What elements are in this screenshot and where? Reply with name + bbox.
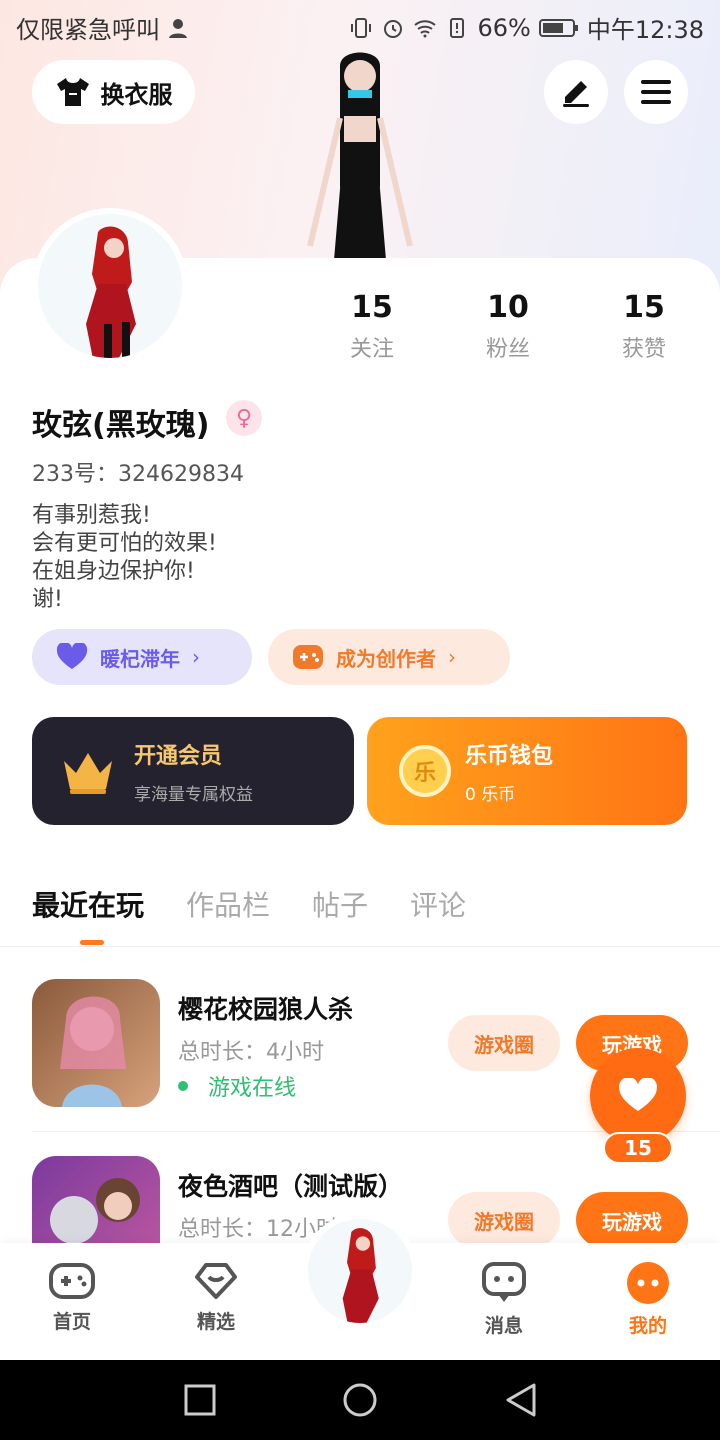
bio-line: 谢!: [32, 587, 63, 612]
stat-following[interactable]: 15 关注: [317, 290, 427, 363]
change-outfit-label: 换衣服: [100, 80, 173, 109]
nav-featured-label: 精选: [196, 1311, 235, 1333]
battery-icon: [538, 18, 578, 37]
chevron-right-icon: ›: [448, 645, 456, 669]
nav-home[interactable]: 首页: [22, 1261, 122, 1334]
game-circle-button[interactable]: 游戏圈: [448, 1015, 560, 1071]
stat-likes[interactable]: 15 获赞: [589, 290, 699, 363]
vip-banner[interactable]: 开通会员 享海量专属权益: [32, 717, 354, 825]
nav-messages[interactable]: 消息: [454, 1261, 554, 1338]
username: 玫弦(黑玫瑰): [32, 408, 210, 443]
like-count: 15: [603, 1132, 673, 1164]
tab-posts[interactable]: 帖子: [312, 884, 368, 924]
battery-alert-icon: [450, 17, 465, 38]
avatar-3d-figure[interactable]: [290, 46, 430, 260]
stat-following-label: 关注: [349, 337, 394, 362]
stat-likes-label: 获赞: [621, 337, 666, 362]
female-icon: ♀: [226, 400, 262, 436]
nav-featured[interactable]: 精选: [166, 1261, 266, 1334]
nav-me[interactable]: 我的: [598, 1261, 698, 1338]
nav-home-label: 首页: [52, 1311, 91, 1333]
tshirt-icon: [56, 78, 89, 106]
game-title: 樱花校园狼人杀: [178, 995, 354, 1024]
crown-icon: [64, 753, 112, 794]
wallet-banner[interactable]: 乐 乐币钱包 0 乐币: [367, 717, 687, 825]
wallet-balance: 0 乐币: [465, 784, 516, 805]
vip-title: 开通会员: [134, 743, 223, 769]
chevron-right-icon: ›: [192, 645, 200, 669]
stat-likes-value: 15: [623, 290, 665, 325]
edit-profile-button[interactable]: [544, 60, 608, 124]
heart-icon: [56, 643, 88, 669]
profile-tabs: 最近在玩 作品栏 帖子 评论: [32, 884, 466, 924]
stat-following-value: 15: [351, 290, 393, 325]
game-status-text: 游戏在线: [208, 1076, 297, 1101]
tab-works[interactable]: 作品栏: [186, 884, 270, 924]
online-dot-icon: [178, 1081, 188, 1091]
vip-subtitle: 享海量专属权益: [134, 784, 253, 805]
avatar-character-image: [342, 1228, 379, 1323]
stat-fans[interactable]: 10 粉丝: [453, 290, 563, 363]
tab-recent[interactable]: 最近在玩: [32, 884, 144, 924]
couple-chip-label: 暖杞滞年: [100, 646, 180, 671]
game-icon[interactable]: [32, 979, 160, 1107]
coin-icon: 乐: [399, 745, 451, 797]
couple-chip[interactable]: 暖杞滞年 ›: [32, 629, 252, 685]
game-title: 夜色酒吧（测试版）: [178, 1172, 404, 1201]
heart-icon: [619, 1078, 657, 1111]
gamepad-icon: [49, 1263, 95, 1299]
stat-fans-value: 10: [487, 290, 529, 325]
change-outfit-button[interactable]: 换衣服: [32, 60, 195, 124]
game-online-status: 游戏在线: [178, 1070, 296, 1102]
nav-messages-label: 消息: [484, 1315, 523, 1337]
wifi-icon: [414, 19, 437, 37]
user-silhouette-icon: [169, 18, 187, 38]
bio-line: 有事别惹我!: [32, 503, 151, 528]
square-recent-apps-icon[interactable]: [184, 1384, 216, 1416]
like-button[interactable]: [590, 1048, 686, 1144]
bottom-nav: 首页 精选 消息 我的: [0, 1213, 720, 1360]
circle-home-icon[interactable]: [342, 1382, 378, 1418]
bio-line: 会有更可怕的效果!: [32, 531, 217, 556]
nav-avatar[interactable]: [302, 1213, 418, 1329]
game-character-image: [60, 996, 126, 1107]
user-id: 233号：324629834: [32, 462, 244, 487]
become-creator-chip[interactable]: 成为创作者 ›: [268, 629, 510, 685]
clock: 中午12:38: [586, 16, 704, 44]
menu-button[interactable]: [624, 60, 688, 124]
tab-indicator: [80, 940, 104, 945]
hamburger-icon: [641, 80, 671, 104]
tab-comments[interactable]: 评论: [410, 884, 466, 924]
avatar-character-image: [86, 226, 136, 358]
alarm-icon: [384, 19, 403, 38]
emergency-call-text: 仅限紧急呼叫: [16, 16, 160, 44]
bio: 有事别惹我! 会有更可怕的效果! 在姐身边保护你! 谢!: [32, 502, 217, 614]
bio-line: 在姐身边保护你!: [32, 559, 195, 584]
game-circle-button[interactable]: 游戏圈: [448, 1192, 560, 1248]
stat-fans-label: 粉丝: [485, 337, 530, 362]
battery-percent: 66%: [477, 13, 531, 42]
play-game-button[interactable]: 玩游戏: [576, 1192, 688, 1248]
wallet-title: 乐币钱包: [465, 743, 554, 769]
heart-box-icon: [195, 1263, 237, 1299]
status-bar: 仅限紧急呼叫 66% 中午12:38: [0, 0, 720, 50]
gamepad-icon: [293, 645, 323, 669]
game-duration: 总时长：4小时: [178, 1040, 324, 1065]
pen-icon: [563, 81, 589, 107]
vibrate-icon: [351, 17, 372, 38]
avatar[interactable]: [32, 208, 188, 364]
become-creator-label: 成为创作者: [336, 646, 436, 671]
nav-me-label: 我的: [628, 1315, 667, 1337]
divider: [0, 946, 720, 947]
triangle-back-icon[interactable]: [504, 1382, 538, 1418]
system-nav-bar: [0, 1360, 720, 1440]
chat-icon: [482, 1262, 526, 1302]
profile-face-icon: [627, 1262, 669, 1304]
